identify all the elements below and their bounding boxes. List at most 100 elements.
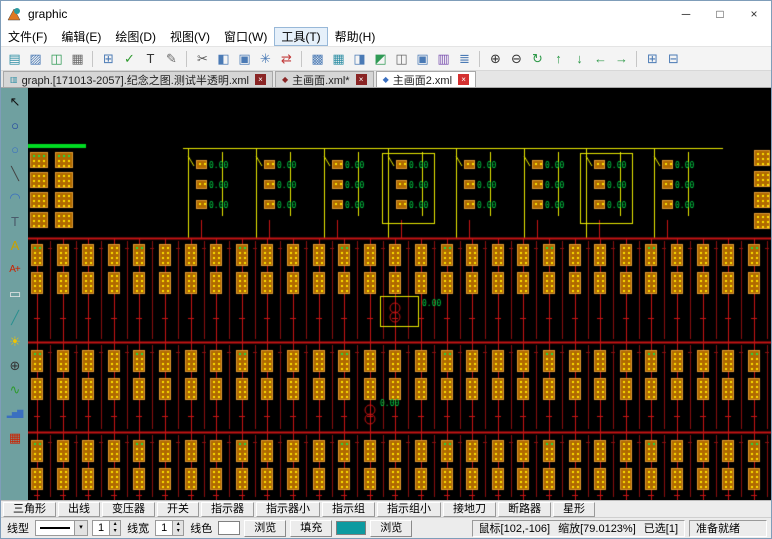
app-icon	[7, 6, 23, 22]
browse-line-color-button[interactable]: 浏览	[244, 520, 286, 537]
cut-icon[interactable]: ✂	[192, 49, 213, 69]
font-add-tool-icon[interactable]: A+	[3, 258, 26, 282]
snowflake-icon[interactable]: ✳	[255, 49, 276, 69]
legend-bar: 三角形 出线 变压器 开关 指示器 指示器小 指示组 指示组小 接地刀 断路器 …	[1, 500, 771, 517]
line-width-value: 1	[156, 521, 172, 535]
status-info-panel: 鼠标[102,-106] 缩放[79.0123%] 已选[1]	[472, 520, 685, 537]
save-file-icon[interactable]: ◫	[46, 49, 67, 69]
ready-text: 准备就绪	[696, 520, 740, 536]
zoom-out-icon[interactable]: ⊖	[506, 49, 527, 69]
selected-count: 已选[1]	[644, 520, 678, 536]
tab-label: 主画面.xml*	[292, 72, 349, 88]
arc-tool-icon[interactable]: ◠	[3, 186, 26, 210]
curve-chart-tool-icon[interactable]: ∿	[3, 378, 26, 402]
legend-button-switch[interactable]: 开关	[157, 502, 199, 517]
text-tool-icon[interactable]: T	[3, 210, 26, 234]
menu-item-window[interactable]: 窗口(W)	[217, 27, 274, 46]
zoom-tool-icon[interactable]: ⊕	[3, 354, 26, 378]
rect-tool-icon[interactable]: ▭	[3, 282, 26, 306]
columns-icon[interactable]: ▥	[433, 49, 454, 69]
grid-toggle-icon[interactable]: ⊞	[98, 49, 119, 69]
tab-label: 主画面2.xml	[393, 72, 452, 88]
menu-item-help[interactable]: 帮助(H)	[328, 27, 383, 46]
legend-button-indicator[interactable]: 指示器	[201, 502, 254, 517]
bar-chart-tool-icon[interactable]: ▂▅▇	[3, 402, 26, 426]
legend-button-transformer[interactable]: 变压器	[102, 502, 155, 517]
circle-tool-icon[interactable]: ○	[3, 114, 26, 138]
legend-button-indicator-group-small[interactable]: 指示组小	[377, 502, 441, 517]
arrow-left-icon[interactable]: ←	[590, 49, 611, 69]
legend-button-indicator-small[interactable]: 指示器小	[256, 502, 320, 517]
open-file-icon[interactable]: ▨	[25, 49, 46, 69]
fill-button[interactable]: 填充	[290, 520, 332, 537]
menu-item-tools[interactable]: 工具(T)	[274, 27, 327, 46]
select-arrow-icon[interactable]: ↖	[3, 90, 26, 114]
line-width-stepper[interactable]: 1 ▴ ▾	[155, 520, 184, 536]
spin-down-icon[interactable]: ▾	[173, 528, 183, 535]
diagonal-icon[interactable]: ◩	[370, 49, 391, 69]
polyline-tool-icon[interactable]: ╱	[3, 306, 26, 330]
legend-button-ground-switch[interactable]: 接地刀	[443, 502, 496, 517]
tab-graph-xml[interactable]: ▥ graph.[171013-2057].纪念之图.测试半透明.xml ×	[3, 71, 273, 87]
tool-palette: ↖○○╲◠TAA+▭╱☀⊕∿▂▅▇▦	[1, 88, 28, 500]
spinner-arrows[interactable]: ▴ ▾	[109, 521, 120, 535]
table-icon[interactable]: ▩	[307, 49, 328, 69]
rows-icon[interactable]: ≣	[454, 49, 475, 69]
refresh-icon[interactable]: ↻	[527, 49, 548, 69]
line-type-combo[interactable]: ▾	[35, 520, 88, 536]
arrow-up-icon[interactable]: ↑	[548, 49, 569, 69]
menu-item-draw[interactable]: 绘图(D)	[108, 27, 163, 46]
legend-button-indicator-group[interactable]: 指示组	[322, 502, 375, 517]
tab-close-icon[interactable]: ×	[458, 74, 469, 85]
tab-main-screen-2-xml[interactable]: ◆ 主画面2.xml ×	[376, 71, 476, 87]
browse-fill-button[interactable]: 浏览	[370, 520, 412, 537]
table-remove-icon[interactable]: ⊟	[663, 49, 684, 69]
tab-close-icon[interactable]: ×	[255, 74, 266, 85]
menu-item-view[interactable]: 视图(V)	[163, 27, 217, 46]
line-tool-icon[interactable]: ╲	[3, 162, 26, 186]
ellipse-tool-icon[interactable]: ○	[3, 138, 26, 162]
diagram-canvas[interactable]	[28, 88, 771, 500]
legend-button-star[interactable]: 星形	[553, 502, 595, 517]
maximize-button[interactable]: □	[703, 1, 737, 27]
line-type-value: 1	[93, 521, 109, 535]
spin-up-icon[interactable]: ▴	[173, 521, 183, 528]
arrow-right-icon[interactable]: →	[611, 49, 632, 69]
layers-icon[interactable]: ◨	[349, 49, 370, 69]
edit-pencil-icon[interactable]: ✎	[161, 49, 182, 69]
copy-icon[interactable]: ◧	[213, 49, 234, 69]
swap-arrows-icon[interactable]: ⇄	[276, 49, 297, 69]
line-type-stepper[interactable]: 1 ▴ ▾	[92, 520, 121, 536]
zoom-in-icon[interactable]: ⊕	[485, 49, 506, 69]
tab-close-icon[interactable]: ×	[356, 74, 367, 85]
tab-main-screen-xml[interactable]: ◆ 主画面.xml* ×	[275, 71, 374, 87]
menu-item-file[interactable]: 文件(F)	[1, 27, 54, 46]
spin-down-icon[interactable]: ▾	[110, 528, 120, 535]
new-file-icon[interactable]: ▤	[4, 49, 25, 69]
chevron-down-icon[interactable]: ▾	[74, 521, 87, 535]
legend-button-triangle[interactable]: 三角形	[3, 502, 56, 517]
grid-tool-icon[interactable]: ▦	[3, 426, 26, 450]
font-tool-icon[interactable]: A	[3, 234, 26, 258]
spinner-arrows[interactable]: ▴ ▾	[172, 521, 183, 535]
bulb-tool-icon[interactable]: ☀	[3, 330, 26, 354]
legend-button-outgoing-line[interactable]: 出线	[58, 502, 100, 517]
paste-icon[interactable]: ▣	[234, 49, 255, 69]
table-add-icon[interactable]: ⊞	[642, 49, 663, 69]
fill-color-swatch[interactable]	[336, 521, 366, 535]
minimize-button[interactable]: ─	[669, 1, 703, 27]
spin-up-icon[interactable]: ▴	[110, 521, 120, 528]
menu-item-edit[interactable]: 编辑(E)	[54, 27, 108, 46]
canvas-area	[28, 88, 771, 500]
table-2-icon[interactable]: ▦	[328, 49, 349, 69]
legend-button-breaker[interactable]: 断路器	[498, 502, 551, 517]
arrow-down-icon[interactable]: ↓	[569, 49, 590, 69]
window-icon[interactable]: ◫	[391, 49, 412, 69]
line-color-swatch[interactable]	[218, 521, 240, 535]
title-bar: graphic ─ □ ×	[1, 1, 771, 27]
close-button[interactable]: ×	[737, 1, 771, 27]
window-2-icon[interactable]: ▣	[412, 49, 433, 69]
check-icon[interactable]: ✓	[119, 49, 140, 69]
print-icon[interactable]: ▦	[67, 49, 88, 69]
text-icon[interactable]: T	[140, 49, 161, 69]
